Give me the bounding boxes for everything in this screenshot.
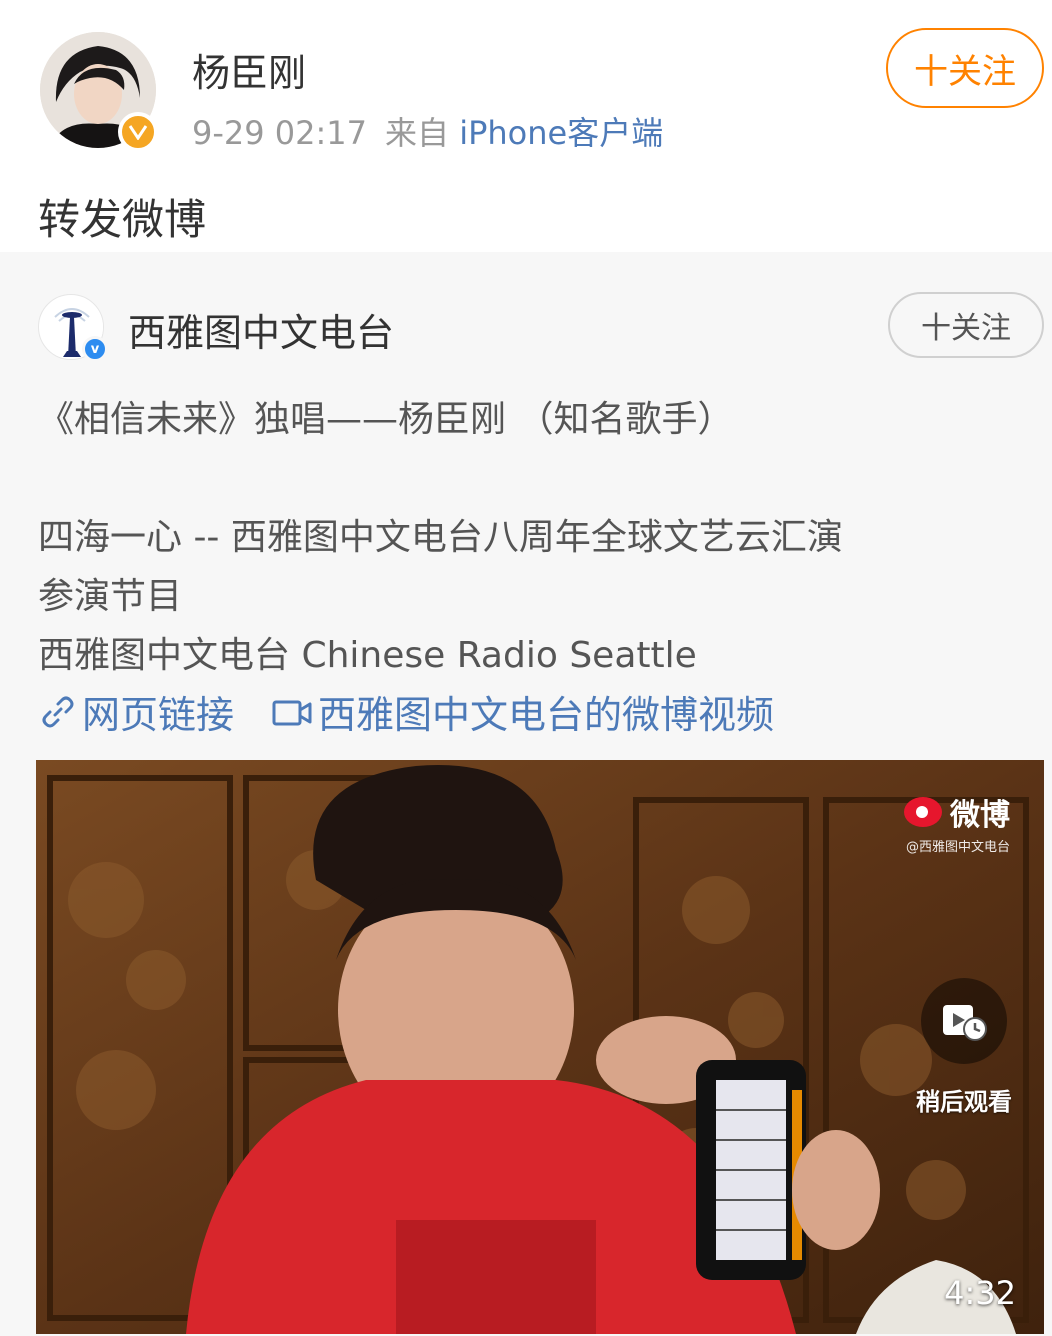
quoted-author-name[interactable]: 西雅图中文电台 (128, 302, 394, 357)
quoted-links: 网页链接 西雅图中文电台的微博视频 (38, 684, 774, 739)
web-link[interactable]: 网页链接 (38, 684, 234, 739)
watermark-handle: @西雅图中文电台 (905, 840, 1010, 855)
watch-later-button[interactable]: 稍后观看 (904, 978, 1024, 1117)
video-player[interactable]: 微博 @西雅图中文电台 稍后观看 4:32 (36, 760, 1044, 1334)
verified-badge-icon: v (82, 336, 108, 362)
weibo-logo-icon (904, 797, 942, 827)
watch-later-icon (921, 978, 1007, 1064)
quoted-title-line: 《相信未来》独唱——杨臣刚 （知名歌手） (38, 399, 734, 440)
video-duration: 4:32 (944, 1274, 1016, 1312)
video-thumbnail (36, 760, 1044, 1334)
verified-badge-icon (118, 112, 158, 152)
post-header: 杨臣刚 9-29 02:17 来自 iPhone客户端 十关注 (0, 0, 1052, 170)
post-meta: 9-29 02:17 来自 iPhone客户端 (192, 108, 663, 154)
watch-later-label: 稍后观看 (916, 1088, 1012, 1116)
video-link[interactable]: 西雅图中文电台的微博视频 (270, 684, 774, 739)
video-camera-icon (272, 700, 312, 725)
quoted-text-line: 参演节目 (38, 576, 183, 617)
post-timestamp: 9-29 02:17 (192, 114, 368, 152)
author-name[interactable]: 杨臣刚 (192, 42, 306, 97)
link-icon (42, 696, 74, 727)
weibo-watermark: 微博 @西雅图中文电台 (904, 790, 1010, 855)
quoted-post[interactable]: v 西雅图中文电台 十关注 《相信未来》独唱——杨臣刚 （知名歌手） 四海一心 … (0, 252, 1052, 1336)
video-link-label: 西雅图中文电台的微博视频 (318, 693, 775, 737)
quoted-text-line: 西雅图中文电台 Chinese Radio Seattle (38, 635, 697, 676)
from-label: 来自 (385, 114, 450, 152)
quoted-text: 《相信未来》独唱——杨臣刚 （知名歌手） 四海一心 -- 西雅图中文电台八周年全… (38, 390, 1038, 685)
quoted-text-line: 四海一心 -- 西雅图中文电台八周年全球文艺云汇演 (38, 517, 843, 558)
web-link-label: 网页链接 (82, 693, 235, 737)
repost-text: 转发微博 (38, 195, 207, 244)
quoted-follow-button[interactable]: 十关注 (888, 292, 1044, 358)
watermark-brand: 微博 (950, 798, 1010, 833)
follow-button[interactable]: 十关注 (886, 28, 1044, 108)
post-source[interactable]: iPhone客户端 (459, 114, 663, 152)
